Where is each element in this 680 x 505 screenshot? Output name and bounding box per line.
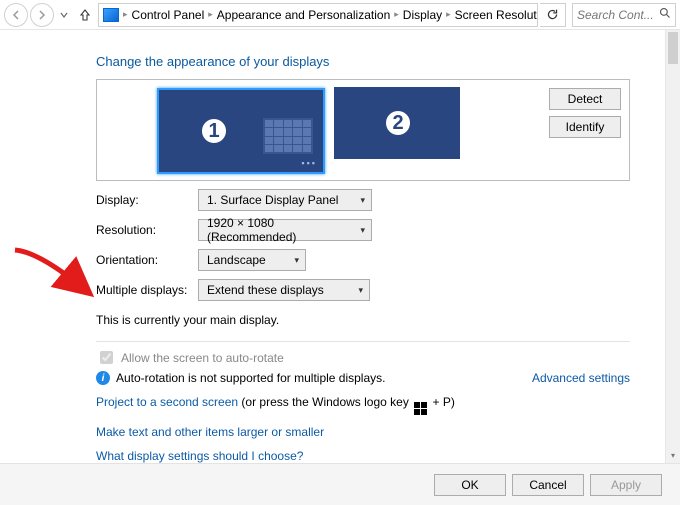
project-hint-after: + P) [433, 395, 455, 409]
resolution-select-value: 1920 × 1080 (Recommended) [207, 216, 352, 244]
address-bar: ▸ Control Panel ▸ Appearance and Persona… [0, 0, 680, 30]
monitor-2[interactable]: 2 [335, 88, 459, 158]
scroll-down-button[interactable]: ▾ [666, 448, 680, 463]
chevron-down-icon: ▾ [360, 225, 365, 236]
breadcrumb[interactable]: ▸ Control Panel ▸ Appearance and Persona… [98, 3, 538, 27]
windows-logo-icon [414, 402, 427, 415]
recent-locations-dropdown[interactable] [56, 3, 72, 27]
main-panel: Change the appearance of your displays 1… [0, 30, 640, 463]
multiple-displays-select[interactable]: Extend these displays ▾ [198, 279, 370, 301]
auto-rotate-label: Allow the screen to auto-rotate [121, 351, 284, 365]
monitor-number-badge: 1 [199, 116, 229, 146]
chevron-down-icon: ▾ [294, 255, 299, 266]
display-select[interactable]: 1. Surface Display Panel ▾ [198, 189, 372, 211]
chevron-right-icon: ▸ [123, 9, 128, 20]
display-icon [103, 8, 119, 22]
search-placeholder: Search Cont... [577, 8, 654, 22]
chevron-right-icon: ▸ [394, 9, 399, 20]
multiple-displays-select-value: Extend these displays [207, 283, 324, 297]
display-arrangement-box: 1 ▪▪▪ 2 Detect Identify [96, 79, 630, 181]
project-hint-before: (or press the Windows logo key [241, 395, 412, 409]
which-settings-link[interactable]: What display settings should I choose? [96, 449, 640, 463]
orientation-label: Orientation: [96, 253, 190, 267]
resolution-select[interactable]: 1920 × 1080 (Recommended) ▾ [198, 219, 372, 241]
chevron-right-icon: ▸ [208, 9, 213, 20]
display-select-value: 1. Surface Display Panel [207, 193, 338, 207]
vertical-scrollbar[interactable]: ▾ [665, 30, 680, 463]
up-button[interactable] [76, 4, 94, 26]
cancel-button[interactable]: Cancel [512, 474, 584, 496]
search-icon [659, 7, 671, 22]
breadcrumb-item[interactable]: Screen Resolution [455, 8, 538, 22]
resolution-label: Resolution: [96, 223, 190, 237]
display-label: Display: [96, 193, 190, 207]
main-display-note: This is currently your main display. [96, 313, 640, 327]
breadcrumb-item[interactable]: Control Panel [132, 8, 205, 22]
project-row: Project to a second screen (or press the… [96, 395, 640, 415]
orientation-select-value: Landscape [207, 253, 266, 267]
auto-rotate-checkbox [100, 351, 113, 364]
chevron-down-icon: ▾ [358, 285, 363, 296]
advanced-settings-link[interactable]: Advanced settings [532, 371, 630, 385]
monitor-1[interactable]: 1 ▪▪▪ [157, 88, 325, 174]
detect-button[interactable]: Detect [549, 88, 621, 110]
monitor-arrangement-area[interactable]: 1 ▪▪▪ 2 [97, 80, 519, 180]
ok-button[interactable]: OK [434, 474, 506, 496]
text-size-link[interactable]: Make text and other items larger or smal… [96, 425, 640, 439]
orientation-select[interactable]: Landscape ▾ [198, 249, 306, 271]
breadcrumb-item[interactable]: Appearance and Personalization [217, 8, 390, 22]
forward-button[interactable] [30, 3, 54, 27]
info-icon: i [96, 371, 110, 385]
multiple-displays-label: Multiple displays: [96, 283, 190, 297]
apply-button: Apply [590, 474, 662, 496]
divider [96, 341, 630, 342]
chevron-down-icon: ▾ [360, 195, 365, 206]
auto-rotate-info: Auto-rotation is not supported for multi… [116, 371, 385, 385]
chevron-right-icon: ▸ [446, 9, 451, 20]
search-input[interactable]: Search Cont... [572, 3, 676, 27]
taskbar-dots: ▪▪▪ [301, 158, 317, 168]
page-title: Change the appearance of your displays [96, 54, 640, 69]
monitor-number-badge: 2 [383, 108, 413, 138]
back-button[interactable] [4, 3, 28, 27]
project-to-second-screen-link[interactable]: Project to a second screen [96, 395, 238, 409]
refresh-button[interactable] [540, 3, 566, 27]
start-screen-icon [263, 118, 313, 154]
identify-button[interactable]: Identify [549, 116, 621, 138]
breadcrumb-item[interactable]: Display [403, 8, 442, 22]
dialog-footer: OK Cancel Apply [0, 463, 680, 505]
scroll-thumb[interactable] [668, 32, 678, 64]
